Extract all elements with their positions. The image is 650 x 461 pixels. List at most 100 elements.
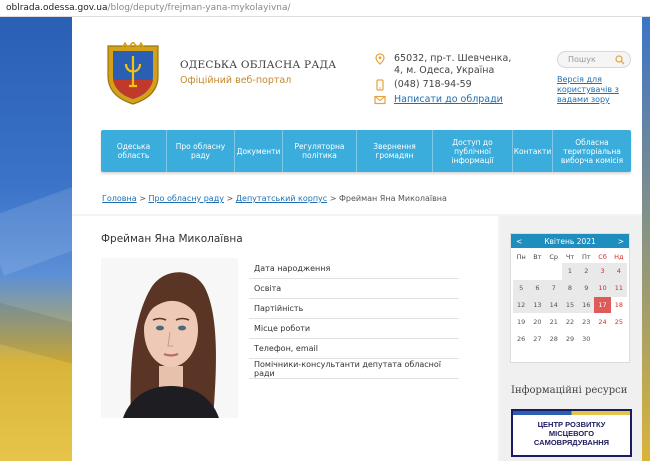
field-party: Партійність	[249, 299, 459, 319]
calendar-day[interactable]: 29	[562, 330, 578, 347]
nav-item-election-commission[interactable]: Обласна територіальна виборча комісія	[553, 130, 631, 172]
calendar-weekday: Ср	[549, 252, 559, 261]
nav-item-regulatory[interactable]: Регуляторна політика	[283, 130, 357, 172]
calendar-weekday: Нд	[614, 252, 624, 261]
calendar-day[interactable]: 15	[561, 296, 579, 314]
calendar-day[interactable]: 5	[513, 279, 530, 297]
calendar-day[interactable]: 30	[578, 330, 594, 347]
calendar-day[interactable]: 16	[578, 296, 595, 314]
deputy-photo	[101, 258, 238, 418]
field-contacts: Телефон, email	[249, 339, 459, 359]
calendar-empty-cell	[529, 263, 545, 280]
calendar-empty-cell	[513, 263, 529, 280]
calendar-day[interactable]: 2	[578, 263, 595, 280]
sidebar: < Квітень 2021 > Пн Вт Ср Чт Пт Сб Нд 1 2 3 4 5 6 7 8 9…	[500, 216, 642, 461]
breadcrumb-separator: >	[139, 194, 146, 203]
calendar-next-button[interactable]: >	[618, 237, 624, 246]
breadcrumb-home[interactable]: Головна	[102, 194, 137, 203]
site-title[interactable]: ОДЕСЬКА ОБЛАСНА РАДА	[180, 59, 336, 71]
nav-item-public-info[interactable]: Доступ до публічної інформації	[433, 130, 513, 172]
breadcrumb: Головна > Про обласну раду > Депутатськи…	[102, 194, 447, 203]
background-flag-right	[642, 17, 650, 461]
calendar-day[interactable]: 24	[594, 313, 610, 330]
field-workplace: Місце роботи	[249, 319, 459, 339]
calendar-grid: Пн Вт Ср Чт Пт Сб Нд 1 2 3 4 5 6 7 8 9 10 11 12 13 14 15 16 17 1…	[511, 248, 629, 349]
calendar-day[interactable]: 4	[610, 263, 627, 280]
banner-line-1: ЦЕНТР РОЗВИТКУ	[537, 419, 606, 429]
info-resources-title: Інформаційні ресурси	[511, 385, 628, 396]
calendar-empty-cell	[611, 330, 627, 347]
calendar-day[interactable]: 18	[611, 297, 627, 314]
phone-icon	[376, 79, 384, 91]
nav-item-documents[interactable]: Документи	[235, 130, 283, 172]
background-flag	[0, 17, 72, 461]
calendar-day[interactable]: 7	[545, 279, 562, 297]
calendar-weekday: Чт	[565, 252, 575, 261]
site-header: ОДЕСЬКА ОБЛАСНА РАДА Офіційний веб-порта…	[72, 17, 642, 214]
breadcrumb-current: Фрейман Яна Миколаївна	[338, 194, 447, 203]
local-government-banner[interactable]: ЦЕНТР РОЗВИТКУ МІСЦЕВОГО САМОВРЯДУВАННЯ	[511, 409, 632, 457]
calendar-day[interactable]: 26	[513, 330, 529, 347]
breadcrumb-about[interactable]: Про обласну раду	[148, 194, 224, 203]
calendar-day[interactable]: 3	[594, 263, 611, 280]
phone-number: (048) 718-94-59	[394, 79, 472, 90]
calendar-weekday: Вт	[533, 252, 542, 261]
url-host: oblrada.odessa.gov.ua	[6, 3, 108, 13]
search-icon[interactable]	[615, 55, 625, 65]
search-placeholder: Пошук	[568, 55, 596, 64]
calendar-day[interactable]: 8	[561, 279, 579, 297]
map-pin-icon	[375, 53, 385, 65]
calendar-day[interactable]: 6	[529, 279, 546, 297]
calendar-day[interactable]: 27	[529, 330, 545, 347]
calendar-day[interactable]: 25	[611, 313, 627, 330]
banner-line-2: МІСЦЕВОГО САМОВРЯДУВАННЯ	[533, 428, 610, 447]
url-path: /blog/deputy/frejman-yana-mykolayivna/	[107, 3, 291, 13]
calendar-day[interactable]: 1	[561, 263, 579, 280]
calendar-day[interactable]: 19	[513, 313, 529, 330]
calendar-prev-button[interactable]: <	[516, 237, 522, 246]
calendar-weekday: Пн	[516, 252, 526, 261]
site-subtitle: Офіційний веб-портал	[180, 75, 292, 86]
calendar-day[interactable]: 10	[594, 279, 611, 297]
calendar-empty-cell	[594, 330, 610, 347]
deputy-profile: Фрейман Яна Миколаївна Дата народження О…	[72, 216, 498, 461]
field-assistants: Помічники-консультанти депутата обласної…	[249, 359, 459, 379]
calendar-day[interactable]: 17	[594, 296, 611, 314]
write-to-council-link[interactable]: Написати до облради	[394, 94, 503, 105]
contact-phone: (048) 718-94-59	[374, 79, 472, 91]
nav-item-contacts[interactable]: Контакти	[513, 130, 553, 172]
breadcrumb-corps[interactable]: Депутатський корпус	[236, 194, 327, 203]
nav-item-region[interactable]: Одеська область	[101, 130, 167, 172]
address-line-2: 4, м. Одеса, Україна	[394, 65, 495, 76]
address-bar[interactable]: oblrada.odessa.gov.ua/blog/deputy/frejma…	[0, 0, 650, 17]
calendar-day[interactable]: 28	[546, 330, 562, 347]
calendar-widget: < Квітень 2021 > Пн Вт Ср Чт Пт Сб Нд 1 2 3 4 5 6 7 8 9…	[510, 233, 630, 363]
calendar-day[interactable]: 11	[610, 279, 627, 297]
calendar-day[interactable]: 12	[513, 296, 530, 314]
calendar-empty-cell	[546, 263, 562, 280]
calendar-day[interactable]: 23	[578, 313, 594, 330]
envelope-icon	[374, 95, 386, 105]
page-title: Фрейман Яна Миколаївна	[101, 233, 243, 245]
breadcrumb-separator: >	[226, 194, 234, 203]
calendar-day[interactable]: 20	[529, 313, 545, 330]
calendar-weekday: Сб	[598, 252, 607, 261]
search-input[interactable]: Пошук	[557, 51, 631, 68]
calendar-day[interactable]: 13	[529, 296, 546, 314]
main-navigation: Одеська область Про обласну раду Докумен…	[101, 130, 631, 172]
accessibility-version-link[interactable]: Версія для користувачів з вадами зору	[557, 75, 627, 105]
field-education: Освіта	[249, 279, 459, 299]
calendar-weekday: Пт	[581, 252, 591, 261]
contact-address: 65032, пр-т. Шевченка, 4, м. Одеса, Украї…	[374, 53, 511, 77]
nav-item-about[interactable]: Про обласну раду	[167, 130, 235, 172]
breadcrumb-separator: >	[329, 194, 337, 203]
address-line-1: 65032, пр-т. Шевченка,	[394, 53, 512, 64]
calendar-month: Квітень 2021	[544, 236, 596, 246]
calendar-day[interactable]: 14	[545, 296, 562, 314]
calendar-day[interactable]: 9	[578, 279, 595, 297]
calendar-header: < Квітень 2021 >	[511, 234, 629, 248]
calendar-day[interactable]: 21	[546, 313, 562, 330]
calendar-day[interactable]: 22	[562, 313, 578, 330]
nav-item-appeals[interactable]: Звернення громадян	[357, 130, 433, 172]
coat-of-arms-logo[interactable]	[102, 42, 164, 105]
